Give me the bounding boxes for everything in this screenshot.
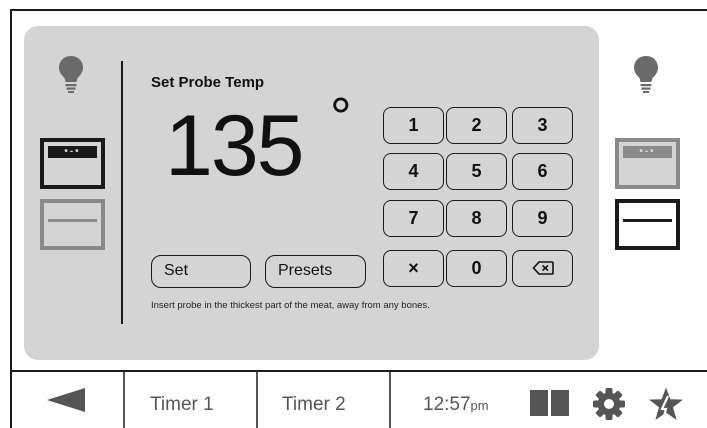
degree-symbol: ° [330, 87, 352, 147]
screen-frame-top [10, 9, 707, 11]
oven-control-band: •-• [48, 146, 97, 158]
set-button[interactable]: Set [151, 255, 251, 288]
gear-icon[interactable] [592, 387, 626, 426]
tab-separator [256, 372, 258, 428]
keypad-key-9[interactable]: 9 [512, 200, 573, 237]
right-oven-light-icon[interactable] [633, 55, 659, 100]
probe-hint-text: Insert probe in the thickest part of the… [151, 300, 430, 311]
left-lower-oven-button[interactable] [40, 199, 105, 250]
right-lower-oven-button[interactable] [615, 199, 680, 250]
panel-divider [121, 61, 123, 324]
back-arrow-icon[interactable] [47, 388, 85, 412]
keypad-clear-key[interactable]: × [383, 250, 444, 287]
oven-control-band: •-• [623, 146, 672, 158]
presets-button[interactable]: Presets [265, 255, 366, 288]
tab-separator [123, 372, 125, 428]
clock-ampm: pm [470, 398, 489, 413]
temperature-value: 135 [165, 98, 304, 194]
oven-divider-line [48, 219, 97, 222]
tab-separator [389, 372, 391, 428]
keypad-key-6[interactable]: 6 [512, 153, 573, 190]
bottom-bar-divider [10, 370, 707, 372]
panel-title: Set Probe Temp [151, 74, 265, 91]
left-oven-light-icon[interactable] [58, 55, 84, 100]
clock-time: 12:57 [423, 394, 471, 415]
keypad-key-3[interactable]: 3 [512, 107, 573, 144]
keypad-key-2[interactable]: 2 [446, 107, 507, 144]
keypad-key-1[interactable]: 1 [383, 107, 444, 144]
keypad-key-7[interactable]: 7 [383, 200, 444, 237]
backspace-icon [531, 261, 554, 275]
keypad-key-0[interactable]: 0 [446, 250, 507, 287]
keypad-key-5[interactable]: 5 [446, 153, 507, 190]
split-view-icon[interactable] [530, 390, 570, 416]
keypad-backspace-key[interactable] [512, 250, 573, 287]
screen-frame-left [10, 9, 12, 428]
favorite-star-icon[interactable] [647, 386, 685, 427]
keypad-key-4[interactable]: 4 [383, 153, 444, 190]
keypad-key-8[interactable]: 8 [446, 200, 507, 237]
clock-display[interactable]: 12:57pm [423, 394, 489, 416]
timer-2-tab[interactable]: Timer 2 [282, 394, 346, 416]
left-upper-oven-button[interactable]: •-• [40, 138, 105, 189]
right-upper-oven-button[interactable]: •-• [615, 138, 680, 189]
timer-1-tab[interactable]: Timer 1 [150, 394, 214, 416]
oven-divider-line [623, 219, 672, 222]
